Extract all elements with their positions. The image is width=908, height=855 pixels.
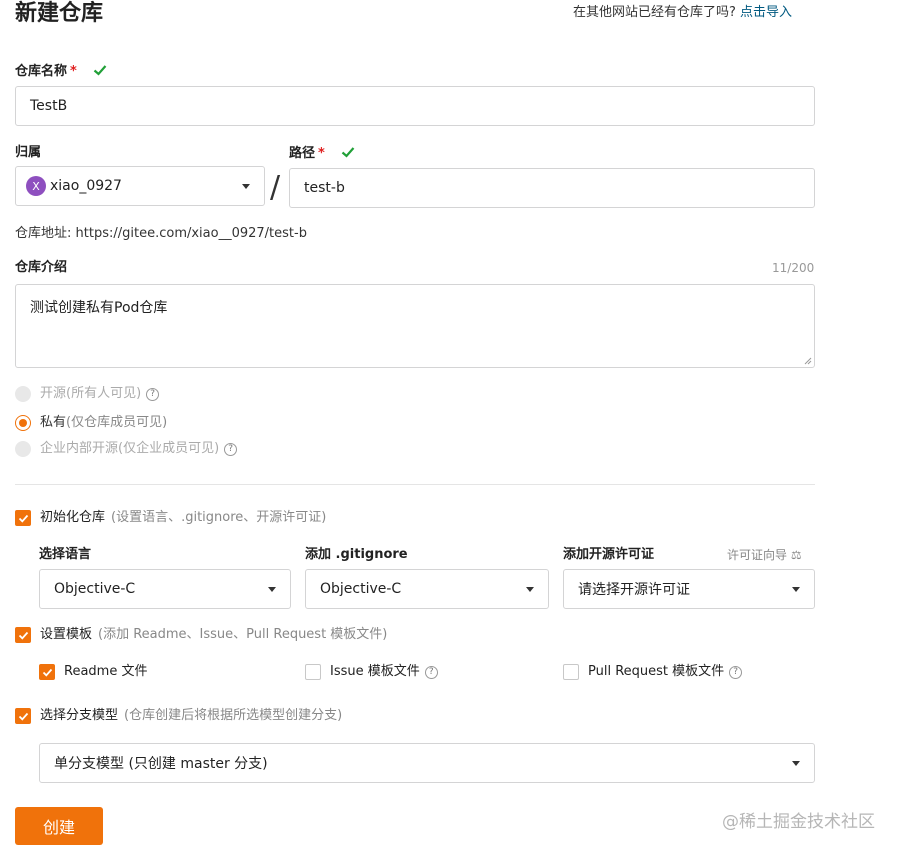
check-icon [94,65,107,76]
template-hint: (添加 Readme、Issue、Pull Request 模板文件) [98,627,388,642]
visibility-open-label: 开源 [40,386,67,401]
owner-value: xiao_0927 [50,178,122,194]
visibility-enterprise-label: 企业内部开源 [40,441,119,456]
checkmark-icon [18,631,28,640]
radio-open[interactable] [15,386,31,402]
branch-model-select[interactable]: 单分支模型 (只创建 master 分支) [39,743,815,783]
radio-enterprise[interactable] [15,441,31,457]
visibility-private-hint: (仅仓库成员可见) [66,415,168,430]
resize-handle-icon[interactable] [804,357,812,365]
help-icon[interactable]: ? [729,665,743,679]
description-label: 仓库介绍 [15,260,68,275]
required-mark: * [318,146,325,161]
help-icon[interactable]: ? [424,665,438,679]
issue-checkbox[interactable] [305,664,321,680]
path-value: test-b [304,180,345,196]
pr-label: Pull Request 模板文件 [588,664,725,679]
license-guide-text: 许可证向导 [727,548,788,562]
caret-down-icon [792,586,800,592]
license-label: 添加开源许可证 [563,547,655,562]
branch-model-checkbox[interactable] [15,708,31,724]
license-select[interactable]: 请选择开源许可证 [563,569,815,609]
create-button[interactable]: 创建 [15,807,103,845]
path-separator: / [270,170,281,205]
init-repo-option[interactable]: 初始化仓库 (设置语言、.gitignore、开源许可证) [15,510,326,526]
gitignore-label: 添加 .gitignore [305,547,408,562]
owner-label: 归属 [15,145,42,160]
visibility-private-label: 私有 [40,415,67,430]
scale-icon: ⚖ [790,548,802,562]
help-icon[interactable]: ? [146,387,160,401]
owner-select[interactable]: X xiao_0927 [15,166,265,206]
owner-selected: X xiao_0927 [26,176,122,196]
repo-name-value: TestB [30,98,68,114]
checkmark-icon [18,514,28,523]
visibility-open-hint: (所有人可见) [66,386,142,401]
repo-name-input[interactable]: TestB [15,86,815,126]
issue-label: Issue 模板文件 [330,664,420,679]
caret-down-icon [526,586,534,592]
template-checkbox[interactable] [15,627,31,643]
import-question: 在其他网站已经有仓库了吗? [573,5,736,20]
path-label-text: 路径 [289,146,316,161]
branch-model-value: 单分支模型 (只创建 master 分支) [54,756,268,772]
watermark: @稀土掘金技术社区 [722,812,875,832]
template-label: 设置模板 [40,627,93,642]
caret-down-icon [242,183,250,189]
gitignore-value: Objective-C [320,581,402,597]
import-link[interactable]: 点击导入 [740,5,792,20]
license-placeholder: 请选择开源许可证 [578,582,690,598]
branch-model-hint: (仓库创建后将根据所选模型创建分支) [124,708,343,723]
description-value: 测试创建私有Pod仓库 [30,300,168,316]
description-counter: 11/200 [772,261,815,275]
import-hint: 在其他网站已经有仓库了吗? 点击导入 [573,5,792,21]
gitignore-select[interactable]: Objective-C [305,569,549,609]
init-repo-checkbox[interactable] [15,510,31,526]
required-mark: * [70,64,77,79]
check-icon [342,147,355,158]
visibility-enterprise-hint: (仅企业成员可见) [118,441,220,456]
language-label: 选择语言 [39,547,92,562]
branch-model-option[interactable]: 选择分支模型 (仓库创建后将根据所选模型创建分支) [15,708,342,724]
repo-address: 仓库地址: https://gitee.com/xiao__0927/test-… [15,226,307,242]
branch-model-label: 选择分支模型 [40,708,119,723]
checkmark-icon [42,668,52,677]
pr-option[interactable]: Pull Request 模板文件 ? [563,664,743,680]
path-input[interactable]: test-b [289,168,815,208]
help-icon[interactable]: ? [224,442,238,456]
repo-address-url: https://gitee.com/xiao__0927/test-b [75,226,307,241]
license-guide-link[interactable]: 许可证向导 ⚖ [727,547,802,563]
language-value: Objective-C [54,581,136,597]
caret-down-icon [792,760,800,766]
visibility-private[interactable]: 私有 (仅仓库成员可见) [15,415,167,431]
repo-name-label-text: 仓库名称 [15,64,68,79]
issue-option[interactable]: Issue 模板文件 ? [305,664,438,680]
language-select[interactable]: Objective-C [39,569,291,609]
divider [15,484,815,485]
repo-address-label: 仓库地址: [15,226,72,241]
path-label: 路径 * [289,145,355,162]
pr-checkbox[interactable] [563,664,579,680]
repo-name-label: 仓库名称 * [15,63,107,80]
init-repo-label: 初始化仓库 [40,510,106,525]
visibility-enterprise[interactable]: 企业内部开源 (仅企业成员可见) ? [15,441,238,457]
visibility-open[interactable]: 开源 (所有人可见) ? [15,386,160,402]
readme-label: Readme 文件 [64,664,148,679]
template-option[interactable]: 设置模板 (添加 Readme、Issue、Pull Request 模板文件) [15,627,387,643]
caret-down-icon [268,586,276,592]
readme-checkbox[interactable] [39,664,55,680]
description-textarea[interactable]: 测试创建私有Pod仓库 [15,284,815,368]
page-title: 新建仓库 [15,1,104,26]
radio-private[interactable] [15,415,31,431]
readme-option[interactable]: Readme 文件 [39,664,147,680]
avatar: X [26,176,46,196]
checkmark-icon [18,712,28,721]
init-repo-hint: (设置语言、.gitignore、开源许可证) [111,510,327,525]
